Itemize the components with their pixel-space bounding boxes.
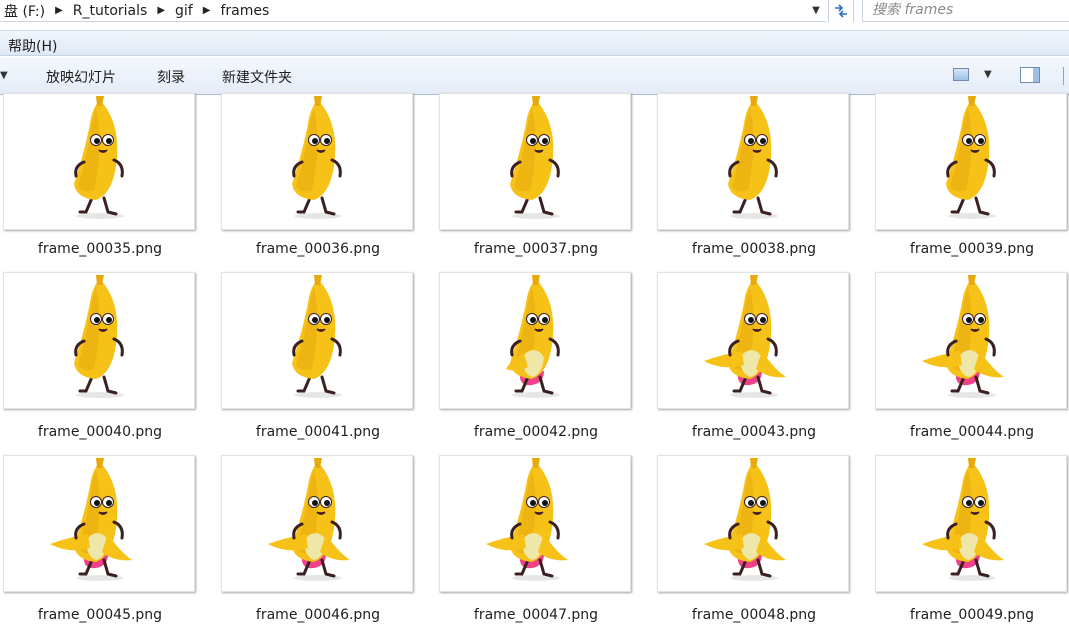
- command-toolbar: ▼ 放映幻灯片 刻录 新建文件夹 ▼: [0, 57, 1069, 95]
- banana-character-image: [74, 275, 124, 398]
- burn-button[interactable]: 刻录: [157, 67, 185, 87]
- banana-character-image: [50, 458, 132, 581]
- banana-character-image: [510, 96, 560, 219]
- address-bar[interactable]: 盘 (F:) ▶ R_tutorials ▶ gif ▶ frames: [0, 0, 826, 22]
- banana-character-image: [486, 458, 568, 581]
- file-thumbnail[interactable]: [3, 272, 195, 409]
- file-item[interactable]: frame_00047.png: [436, 455, 636, 625]
- file-thumbnail[interactable]: [221, 272, 413, 409]
- banana-character-image: [922, 275, 1004, 398]
- file-name-label[interactable]: frame_00040.png: [0, 424, 200, 440]
- file-item[interactable]: frame_00037.png: [436, 93, 636, 266]
- address-history-dropdown-icon[interactable]: ▼: [808, 3, 824, 19]
- file-name-label[interactable]: frame_00036.png: [218, 241, 418, 257]
- breadcrumb-r-tutorials[interactable]: R_tutorials: [69, 3, 152, 19]
- file-item[interactable]: frame_00038.png: [654, 93, 854, 266]
- file-item[interactable]: frame_00049.png: [872, 455, 1069, 625]
- file-thumbnail[interactable]: [657, 93, 849, 230]
- banana-character-image: [292, 96, 342, 219]
- breadcrumb-gif[interactable]: gif: [171, 3, 197, 19]
- file-name-label[interactable]: frame_00045.png: [0, 607, 200, 623]
- view-options-dropdown-icon[interactable]: ▼: [984, 69, 992, 80]
- breadcrumb-drive[interactable]: 盘 (F:): [0, 1, 49, 21]
- file-item[interactable]: frame_00041.png: [218, 272, 418, 442]
- file-name-label[interactable]: frame_00035.png: [0, 241, 200, 257]
- file-name-label[interactable]: frame_00041.png: [218, 424, 418, 440]
- banana-character-image: [728, 96, 778, 219]
- file-item[interactable]: frame_00045.png: [0, 455, 200, 625]
- file-name-label[interactable]: frame_00044.png: [872, 424, 1069, 440]
- file-thumbnail[interactable]: [439, 272, 631, 409]
- file-name-label[interactable]: frame_00048.png: [654, 607, 854, 623]
- file-thumbnail[interactable]: [439, 455, 631, 592]
- file-thumbnail[interactable]: [439, 93, 631, 230]
- banana-character-image: [292, 275, 342, 398]
- breadcrumb-frames[interactable]: frames: [216, 3, 273, 19]
- file-thumbnail[interactable]: [657, 272, 849, 409]
- file-thumbnail[interactable]: [875, 455, 1067, 592]
- file-item[interactable]: frame_00046.png: [218, 455, 418, 625]
- banana-character-image: [74, 96, 124, 219]
- preview-pane-icon[interactable]: [1020, 67, 1040, 83]
- file-name-label[interactable]: frame_00046.png: [218, 607, 418, 623]
- banana-character-image: [704, 458, 786, 581]
- address-row: 盘 (F:) ▶ R_tutorials ▶ gif ▶ frames ▼ 搜索…: [0, 0, 1069, 22]
- change-view-icon[interactable]: [953, 68, 969, 81]
- file-item[interactable]: frame_00036.png: [218, 93, 418, 266]
- file-name-label[interactable]: frame_00043.png: [654, 424, 854, 440]
- file-item[interactable]: frame_00040.png: [0, 272, 200, 442]
- file-thumbnail[interactable]: [3, 93, 195, 230]
- banana-character-image: [946, 96, 996, 219]
- search-input[interactable]: 搜索 frames: [862, 0, 1069, 22]
- file-item[interactable]: frame_00035.png: [0, 93, 200, 266]
- file-item[interactable]: frame_00043.png: [654, 272, 854, 442]
- file-item[interactable]: frame_00042.png: [436, 272, 636, 442]
- file-name-label[interactable]: frame_00049.png: [872, 607, 1069, 623]
- file-name-label[interactable]: frame_00038.png: [654, 241, 854, 257]
- file-name-label[interactable]: frame_00037.png: [436, 241, 636, 257]
- file-thumbnail[interactable]: [875, 272, 1067, 409]
- menu-bar: 帮助(H): [0, 30, 1069, 56]
- file-thumbnail[interactable]: [3, 455, 195, 592]
- refresh-icon: [835, 4, 847, 18]
- breadcrumb-separator-icon[interactable]: ▶: [151, 5, 171, 16]
- file-item[interactable]: frame_00044.png: [872, 272, 1069, 442]
- file-thumbnail[interactable]: [221, 455, 413, 592]
- file-thumbnail[interactable]: [875, 93, 1067, 230]
- slideshow-button[interactable]: 放映幻灯片: [46, 67, 116, 87]
- toolbar-edge: [1063, 67, 1066, 85]
- file-grid: frame_00035.png frame_00036.png frame_0003…: [0, 93, 1069, 631]
- breadcrumb-separator-icon[interactable]: ▶: [197, 5, 217, 16]
- refresh-button[interactable]: [828, 0, 854, 22]
- banana-character-image: [506, 275, 560, 398]
- file-thumbnail[interactable]: [657, 455, 849, 592]
- banana-character-image: [268, 458, 350, 581]
- file-name-label[interactable]: frame_00042.png: [436, 424, 636, 440]
- banana-character-image: [704, 275, 786, 398]
- file-name-label[interactable]: frame_00047.png: [436, 607, 636, 623]
- file-thumbnail[interactable]: [221, 93, 413, 230]
- file-name-label[interactable]: frame_00039.png: [872, 241, 1069, 257]
- new-folder-button[interactable]: 新建文件夹: [222, 67, 292, 87]
- organize-dropdown-icon[interactable]: ▼: [0, 70, 8, 81]
- banana-character-image: [922, 458, 1004, 581]
- breadcrumb-separator-icon[interactable]: ▶: [49, 5, 69, 16]
- menu-help[interactable]: 帮助(H): [8, 36, 57, 56]
- file-item[interactable]: frame_00048.png: [654, 455, 854, 625]
- file-item[interactable]: frame_00039.png: [872, 93, 1069, 266]
